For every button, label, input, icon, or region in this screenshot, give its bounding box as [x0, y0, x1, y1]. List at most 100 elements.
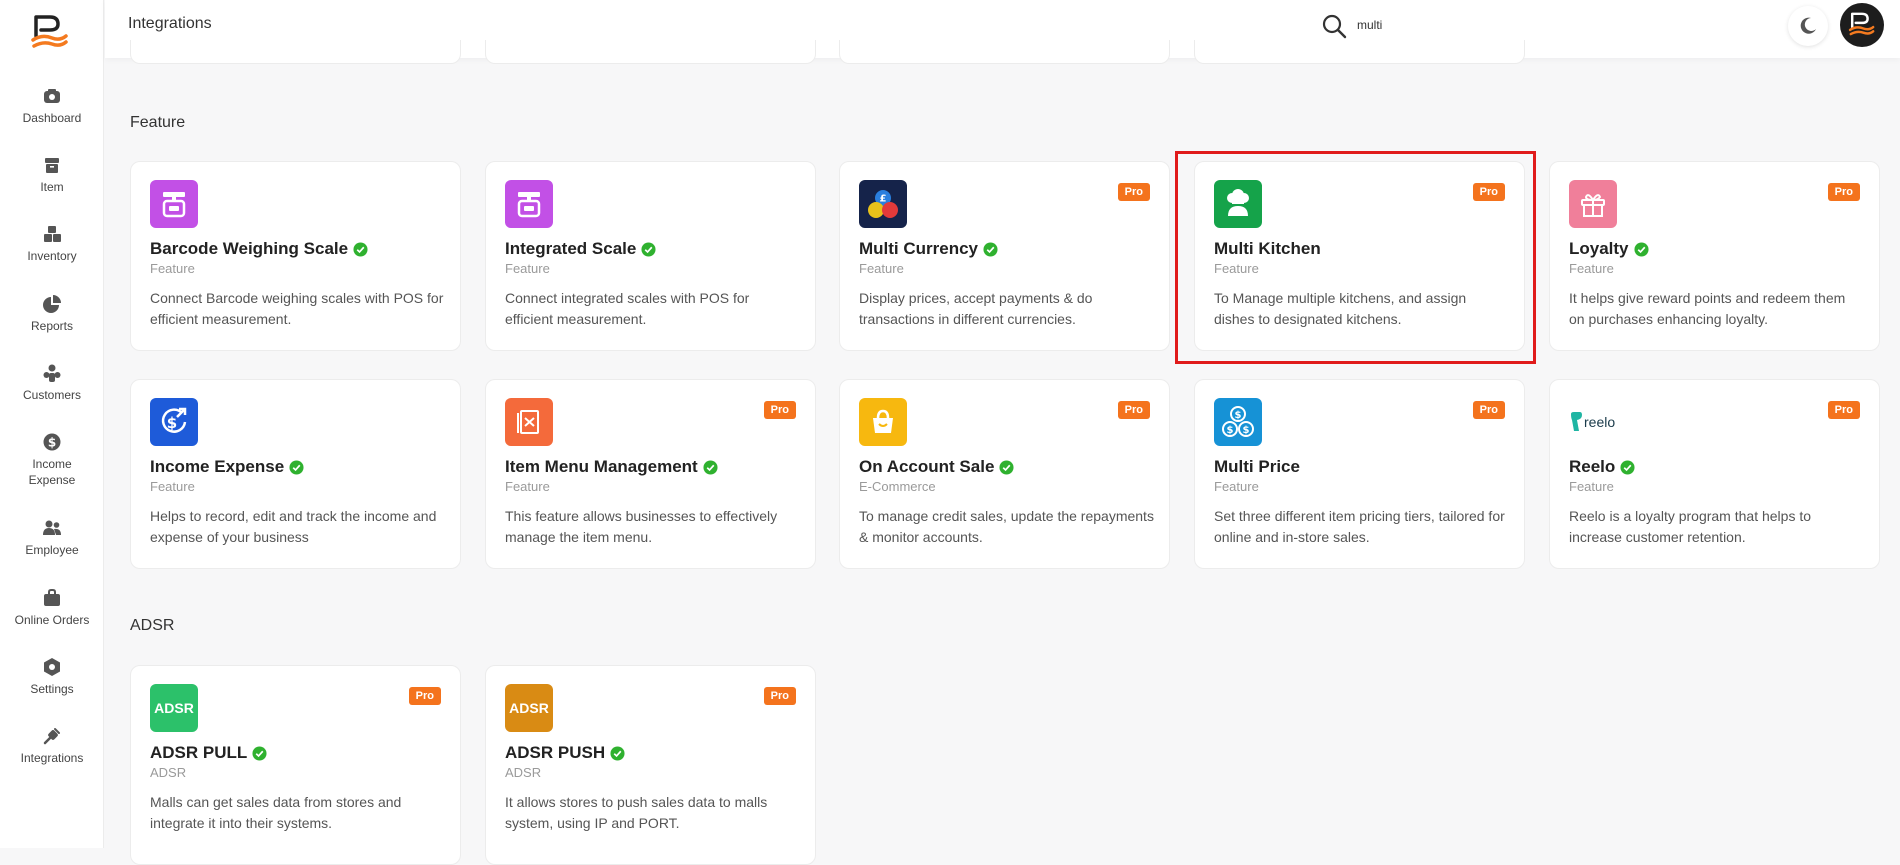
gift-icon	[1569, 180, 1617, 228]
app-logo[interactable]	[30, 14, 70, 52]
card-title: Loyalty	[1569, 239, 1649, 259]
card-description: Helps to record, edit and track the inco…	[150, 508, 437, 545]
card-category: ADSR	[505, 765, 542, 780]
svg-text:$: $	[1243, 425, 1250, 436]
sidebar-item-label: Integrations	[20, 751, 84, 765]
sidebar-item-employee[interactable]: Employee	[0, 518, 104, 558]
verified-check-icon	[1634, 241, 1649, 257]
sidebar-item-label-line2: Expense	[28, 473, 76, 487]
sidebar-item-dashboard[interactable]: Dashboard	[0, 86, 104, 126]
sidebar-item-inventory[interactable]: Inventory	[0, 224, 104, 264]
scale-icon	[505, 180, 553, 228]
search-icon[interactable]	[1321, 13, 1347, 39]
svg-text:$: $	[48, 436, 56, 450]
section-title-adsr: ADSR	[130, 617, 175, 634]
integration-card-on-account-sale[interactable]: Pro On Account Sale E-Commerce To manage…	[839, 379, 1170, 569]
page-title: Integrations	[128, 15, 212, 32]
integration-card-adsr-push[interactable]: ADSR Pro ADSR PUSH ADSR It allows stores…	[485, 665, 816, 865]
sidebar-item-label: Income	[32, 457, 72, 471]
card-partial	[839, 40, 1170, 64]
income-expense-icon: $	[150, 398, 198, 446]
pro-badge: Pro	[1117, 401, 1150, 419]
adsr-icon: ADSR	[150, 684, 198, 732]
sidebar-item-label: Dashboard	[22, 111, 82, 125]
reelo-logo-icon: reelo	[1569, 398, 1617, 446]
card-partial	[130, 40, 461, 64]
svg-text:$: $	[1227, 425, 1234, 436]
pro-badge: Pro	[408, 687, 441, 705]
moon-icon	[1800, 17, 1816, 34]
menu-icon	[505, 398, 553, 446]
pro-badge: Pro	[763, 401, 796, 419]
card-category: Feature	[1214, 479, 1259, 494]
card-description: To manage credit sales, update the repay…	[859, 508, 1154, 545]
sidebar-item-reports[interactable]: Reports	[0, 294, 104, 334]
verified-check-icon	[641, 241, 656, 257]
plug-icon	[43, 728, 60, 745]
card-category: E-Commerce	[859, 479, 936, 494]
pro-badge: Pro	[1827, 401, 1860, 419]
card-description: This feature allows businesses to effect…	[505, 508, 778, 545]
currency-icon: £	[859, 180, 907, 228]
sidebar-item-label: Online Orders	[14, 613, 90, 627]
integration-card-loyalty[interactable]: Pro Loyalty Feature It helps give reward…	[1549, 161, 1880, 351]
section-title-feature: Feature	[130, 114, 186, 131]
card-category: Feature	[150, 261, 195, 276]
verified-check-icon	[610, 745, 625, 761]
verified-check-icon	[289, 459, 304, 475]
sidebar-item-online-orders[interactable]: Online Orders	[0, 588, 104, 628]
verified-check-icon	[353, 241, 368, 257]
integration-card-adsr-pull[interactable]: ADSR Pro ADSR PULL ADSR Malls can get sa…	[130, 665, 461, 865]
box-icon	[45, 158, 59, 173]
integration-card-reelo[interactable]: reelo Pro Reelo Feature Reelo is a loyal…	[1549, 379, 1880, 569]
integration-card-item-menu-management[interactable]: Pro Item Menu Management Feature This fe…	[485, 379, 816, 569]
verified-check-icon	[1620, 459, 1635, 475]
highlight-box	[1175, 151, 1536, 364]
user-avatar-icon	[1848, 12, 1875, 36]
employee-icon	[43, 520, 61, 535]
verified-check-icon	[252, 745, 267, 761]
svg-text:£: £	[880, 194, 887, 205]
card-partial	[1194, 40, 1525, 64]
pro-badge: Pro	[1472, 401, 1505, 419]
verified-check-icon	[983, 241, 998, 257]
pro-badge: Pro	[1827, 183, 1860, 201]
sidebar-item-settings[interactable]: Settings	[0, 657, 104, 697]
integration-card-income-expense[interactable]: $ Income Expense Feature Helps to record…	[130, 379, 461, 569]
card-category: Feature	[1569, 479, 1614, 494]
card-category: Feature	[505, 479, 550, 494]
coins-icon: $ $ $	[1214, 398, 1262, 446]
card-title: Item Menu Management	[505, 457, 718, 477]
card-description: It helps give reward points and redeem t…	[1569, 290, 1846, 327]
card-description: It allows stores to push sales data to m…	[505, 794, 768, 831]
sidebar-item-integrations[interactable]: Integrations	[0, 726, 104, 766]
bag-icon	[44, 589, 60, 606]
reelo-logo-text: reelo	[1584, 414, 1616, 430]
card-title: On Account Sale	[859, 457, 1014, 477]
shopping-bag-icon	[859, 398, 907, 446]
camera-icon	[44, 89, 60, 103]
integration-card-barcode-weighing-scale[interactable]: Barcode Weighing Scale Feature Connect B…	[130, 161, 461, 351]
card-title: Income Expense	[150, 457, 304, 477]
dark-mode-toggle[interactable]	[1788, 6, 1828, 46]
boxes-icon	[44, 226, 61, 242]
card-description: Set three different item pricing tiers, …	[1214, 508, 1505, 545]
card-title: Integrated Scale	[505, 239, 656, 259]
sidebar-item-income-expense[interactable]: $ Income Expense	[0, 432, 104, 488]
dollar-icon: $	[43, 433, 61, 451]
integration-card-multi-currency[interactable]: £ Pro Multi Currency Feature Display pri…	[839, 161, 1170, 351]
card-description: Connect integrated scales with POS for e…	[505, 290, 750, 327]
users-icon	[43, 364, 61, 382]
gear-icon	[44, 658, 60, 676]
sidebar-item-customers[interactable]: Customers	[0, 363, 104, 403]
card-title: Reelo	[1569, 457, 1635, 477]
search-input[interactable]: multi	[1357, 18, 1382, 32]
integration-card-integrated-scale[interactable]: Integrated Scale Feature Connect integra…	[485, 161, 816, 351]
sidebar-item-label: Employee	[25, 543, 79, 557]
card-category: Feature	[859, 261, 904, 276]
avatar[interactable]	[1840, 3, 1884, 47]
card-category: Feature	[505, 261, 550, 276]
sidebar-item-item[interactable]: Item	[0, 155, 104, 195]
integration-card-multi-price[interactable]: $ $ $ Pro Multi Price Feature Set three di…	[1194, 379, 1525, 569]
sidebar: Dashboard Item Inventory Reports Custome…	[0, 0, 104, 848]
